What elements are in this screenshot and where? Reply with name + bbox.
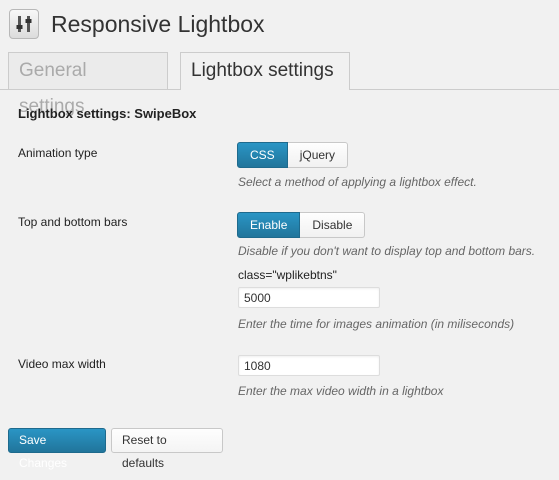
video-max-width-input[interactable]: [238, 355, 380, 376]
video-max-width-description: Enter the max video width in a lightbox: [238, 384, 444, 398]
bars-enable-button[interactable]: Enable: [237, 212, 301, 238]
settings-sliders-icon: [9, 9, 39, 39]
animation-type-label: Animation type: [18, 146, 98, 160]
save-changes-button[interactable]: Save Changes: [8, 428, 106, 470]
bars-class-text: class="wplikebtns": [238, 268, 337, 282]
reset-defaults-button[interactable]: Reset to defaults: [111, 428, 223, 470]
section-title: Lightbox settings: SwipeBox: [18, 106, 197, 121]
tab-lightbox-settings[interactable]: Lightbox settings: [180, 52, 350, 90]
animation-time-input[interactable]: [238, 287, 380, 308]
animation-type-toggle: CSS jQuery: [237, 142, 349, 168]
page-title: Responsive Lightbox: [51, 10, 265, 37]
page-header: Responsive Lightbox: [9, 8, 265, 40]
animation-css-button[interactable]: CSS: [237, 142, 288, 168]
animation-type-description: Select a method of applying a lightbox e…: [238, 175, 477, 189]
bars-description: Disable if you don't want to display top…: [238, 244, 536, 258]
bars-disable-button[interactable]: Disable: [300, 212, 366, 238]
animation-time-description: Enter the time for images animation (in …: [238, 317, 515, 331]
tab-general-settings[interactable]: General settings: [8, 52, 168, 117]
animation-jquery-button[interactable]: jQuery: [287, 142, 349, 168]
settings-tabs: General settings Lightbox settings: [0, 52, 559, 117]
top-bottom-bars-label: Top and bottom bars: [18, 215, 128, 229]
video-max-width-label: Video max width: [18, 357, 106, 371]
top-bottom-bars-toggle: Enable Disable: [237, 212, 366, 238]
